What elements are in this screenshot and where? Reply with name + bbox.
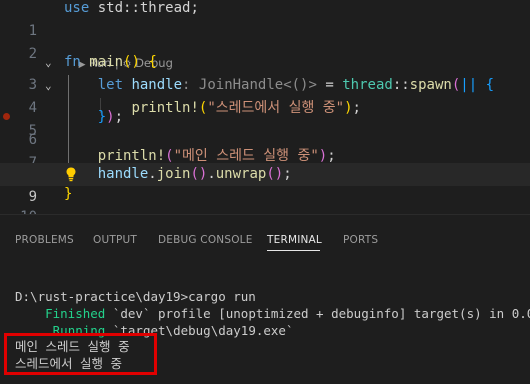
tab-output[interactable]: OUTPUT — [93, 233, 137, 247]
code-token: . — [207, 166, 216, 182]
code-token: ) — [106, 109, 115, 125]
code-token: ( — [451, 77, 461, 93]
code-token: () — [123, 54, 140, 70]
code-token: handle — [131, 77, 183, 93]
code-token: join — [156, 166, 191, 182]
tab-terminal[interactable]: TERMINAL — [267, 233, 322, 247]
code-line[interactable]: 6 }); — [0, 106, 530, 148]
code-token: std::thread; — [97, 0, 199, 16]
inlay-hint: : — [182, 77, 191, 93]
tab-problems[interactable]: PROBLEMS — [15, 233, 74, 247]
lightbulb-icon[interactable] — [64, 166, 78, 182]
code-line[interactable]: 1 use std::thread; — [0, 0, 530, 39]
inlay-hint: JoinHandle — [198, 77, 284, 93]
code-token: { — [148, 54, 157, 70]
code-token: use — [64, 0, 90, 16]
fold-chevron-icon[interactable]: ⌄ — [45, 51, 52, 74]
code-token: "메인 스레드 실행 중" — [173, 148, 319, 164]
code-line[interactable]: 3 ⌄ fn main() { — [0, 51, 530, 93]
output-highlight-box — [4, 333, 157, 375]
code-token: fn — [64, 54, 81, 70]
code-token: } — [64, 186, 73, 202]
panel-tabs: PROBLEMS OUTPUT DEBUG CONSOLE TERMINAL P… — [0, 215, 530, 261]
code-token: ) — [318, 148, 328, 164]
code-token: :: — [392, 77, 410, 93]
terminal-finished-text: `dev` profile [unoptimized + debuginfo] … — [112, 306, 530, 321]
terminal-finished-line: Finished `dev` profile [unoptimized + de… — [15, 305, 530, 322]
code-token: handle — [97, 166, 149, 182]
code-token: = — [325, 77, 334, 93]
code-token: . — [148, 166, 157, 182]
fold-chevron-icon[interactable]: ⌄ — [45, 74, 52, 97]
code-token: ; — [283, 166, 292, 182]
code-token: let — [97, 77, 124, 93]
terminal-finished-word: Finished — [45, 306, 106, 321]
code-token: () — [190, 166, 208, 182]
tab-ports[interactable]: PORTS — [343, 233, 378, 247]
code-token: ( — [165, 148, 174, 164]
code-token: { — [485, 77, 494, 93]
code-line[interactable]: 4 ⌄ let handle: JoinHandle<()> = thread:… — [0, 74, 530, 116]
code-token: unwrap — [215, 166, 267, 182]
code-token: main — [89, 54, 124, 70]
code-token: spawn — [409, 77, 452, 93]
code-token: || — [460, 77, 478, 93]
breakpoint-hint-icon[interactable] — [3, 113, 10, 120]
active-tab-indicator — [267, 250, 320, 251]
terminal-prompt-line: D:\rust-practice\day19>cargo run — [15, 289, 256, 304]
tab-debug-console[interactable]: DEBUG CONSOLE — [158, 233, 253, 247]
code-editor[interactable]: ▶ Run | ⚙ Debug 1 use std::thread; 2 3 ⌄… — [0, 0, 530, 225]
code-token: println! — [97, 148, 166, 164]
code-token: () — [266, 166, 284, 182]
inlay-hint: <()> — [283, 77, 317, 93]
code-token: thread — [342, 77, 393, 93]
code-line[interactable]: 2 — [0, 20, 530, 62]
code-line[interactable]: 10 } — [0, 183, 530, 225]
code-token: ; — [114, 109, 124, 125]
code-token: } — [97, 109, 107, 125]
code-token: ; — [327, 148, 336, 164]
